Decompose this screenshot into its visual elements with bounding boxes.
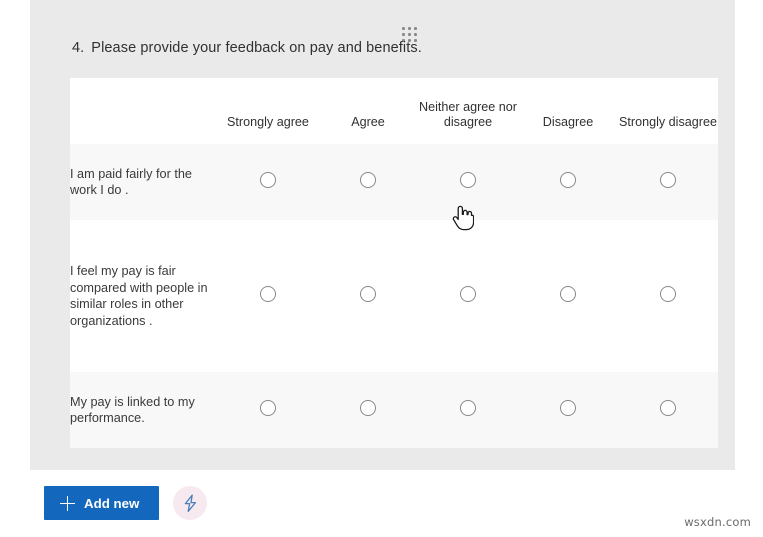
radio-cell[interactable] <box>318 144 418 220</box>
question-number: 4. <box>72 40 84 56</box>
radio-cell[interactable] <box>618 144 718 220</box>
radio-cell[interactable] <box>518 220 618 372</box>
likert-matrix-table: Strongly agree Agree Neither agree nor d… <box>70 78 718 448</box>
radio-cell[interactable] <box>218 144 318 220</box>
radio-row2-agree[interactable] <box>360 286 376 302</box>
column-header-strongly-disagree: Strongly disagree <box>618 78 718 144</box>
radio-cell[interactable] <box>618 220 718 372</box>
column-header-disagree: Disagree <box>518 78 618 144</box>
radio-row1-strongly-agree[interactable] <box>260 172 276 188</box>
radio-cell[interactable] <box>418 144 518 220</box>
dot <box>408 27 411 30</box>
radio-row2-neither[interactable] <box>460 286 476 302</box>
table-header-row: Strongly agree Agree Neither agree nor d… <box>70 78 718 144</box>
radio-row2-strongly-disagree[interactable] <box>660 286 676 302</box>
radio-cell[interactable] <box>518 372 618 448</box>
add-new-label: Add new <box>84 496 139 511</box>
question-card: 4. Please provide your feedback on pay an… <box>30 0 735 470</box>
radio-row3-neither[interactable] <box>460 400 476 416</box>
column-header-strongly-agree: Strongly agree <box>218 78 318 144</box>
radio-row3-strongly-disagree[interactable] <box>660 400 676 416</box>
watermark: wsxdn.com <box>684 515 751 529</box>
radio-row1-neither[interactable] <box>460 172 476 188</box>
radio-cell[interactable] <box>218 372 318 448</box>
radio-row3-disagree[interactable] <box>560 400 576 416</box>
question-title: 4. Please provide your feedback on pay an… <box>72 40 422 56</box>
radio-row1-agree[interactable] <box>360 172 376 188</box>
radio-cell[interactable] <box>418 372 518 448</box>
table-row: My pay is linked to my performance. <box>70 372 718 448</box>
dot <box>408 33 411 36</box>
radio-cell[interactable] <box>418 220 518 372</box>
radio-row3-strongly-agree[interactable] <box>260 400 276 416</box>
row-label-3: My pay is linked to my performance. <box>70 372 218 448</box>
plus-icon <box>60 496 75 511</box>
grid-dots-icon[interactable] <box>402 27 422 41</box>
radio-row1-disagree[interactable] <box>560 172 576 188</box>
radio-cell[interactable] <box>218 220 318 372</box>
radio-row2-disagree[interactable] <box>560 286 576 302</box>
radio-cell[interactable] <box>518 144 618 220</box>
question-text: Please provide your feedback on pay and … <box>91 40 422 56</box>
dot <box>402 27 405 30</box>
row-label-2: I feel my pay is fair compared with peop… <box>70 220 218 372</box>
radio-cell[interactable] <box>318 220 418 372</box>
radio-cell[interactable] <box>618 372 718 448</box>
column-header-agree: Agree <box>318 78 418 144</box>
footer-actions: Add new <box>44 486 207 520</box>
dot <box>402 33 405 36</box>
radio-row3-agree[interactable] <box>360 400 376 416</box>
lightning-bolt-icon <box>182 494 199 513</box>
row-label-1: I am paid fairly for the work I do . <box>70 144 218 220</box>
radio-cell[interactable] <box>318 372 418 448</box>
dot <box>414 33 417 36</box>
ideas-button[interactable] <box>173 486 207 520</box>
column-header-blank <box>70 78 218 144</box>
table-row: I feel my pay is fair compared with peop… <box>70 220 718 372</box>
dot <box>414 27 417 30</box>
radio-row1-strongly-disagree[interactable] <box>660 172 676 188</box>
column-header-neither-agree-nor-disagree: Neither agree nor disagree <box>418 78 518 144</box>
radio-row2-strongly-agree[interactable] <box>260 286 276 302</box>
add-new-button[interactable]: Add new <box>44 486 159 520</box>
table-row: I am paid fairly for the work I do . <box>70 144 718 220</box>
